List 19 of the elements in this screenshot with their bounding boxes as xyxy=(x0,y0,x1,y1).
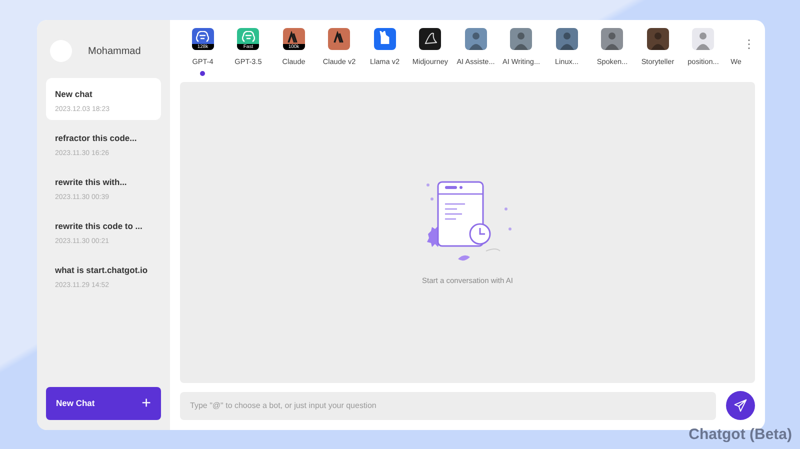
plus-icon: + xyxy=(142,392,151,416)
question-input-field[interactable]: Type "@" to choose a bot, or just input your question xyxy=(180,392,716,420)
user-name: Mohammad xyxy=(88,44,141,58)
product-name: Chatgot (Beta) xyxy=(688,424,792,444)
logo-glyph-icon xyxy=(424,31,437,44)
logo-glyph-icon xyxy=(242,31,255,44)
paper-plane-icon xyxy=(734,399,747,412)
logo-glyph-icon xyxy=(332,31,346,44)
person-silhouette-icon xyxy=(650,32,665,50)
send-button[interactable] xyxy=(726,391,755,420)
person-silhouette-icon xyxy=(468,32,483,50)
logo-glyph-icon xyxy=(378,31,392,44)
person-silhouette-icon xyxy=(514,32,528,50)
logo-glyph-icon xyxy=(196,31,210,44)
person-silhouette-icon xyxy=(605,32,620,50)
person-silhouette-icon xyxy=(696,32,710,50)
person-silhouette-icon xyxy=(560,32,574,50)
new-chat-button[interactable]: New Chat + xyxy=(46,387,161,420)
more-options-icon[interactable]: ⋮ xyxy=(743,38,755,50)
